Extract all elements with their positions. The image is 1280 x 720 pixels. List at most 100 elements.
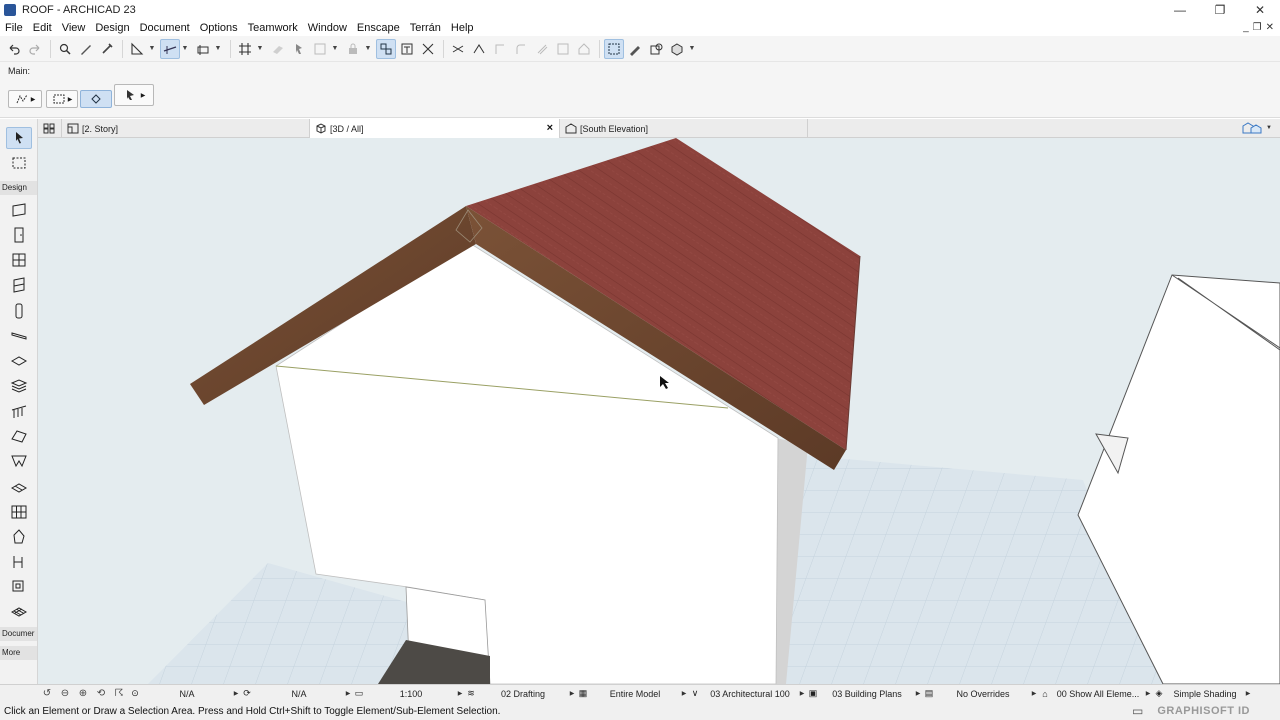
menu-teamwork[interactable]: Teamwork bbox=[243, 20, 303, 36]
trace-icon[interactable] bbox=[268, 39, 288, 59]
overrides-dropdown-icon[interactable]: ▶ bbox=[1030, 690, 1038, 697]
beam-tool-icon[interactable] bbox=[6, 325, 32, 347]
walk-icon[interactable]: ☈ bbox=[110, 685, 128, 703]
group-icon[interactable] bbox=[397, 39, 417, 59]
toolbox-section-design[interactable]: Design bbox=[0, 181, 37, 195]
toolbox-section-document[interactable]: Documer bbox=[0, 627, 37, 641]
scale-field[interactable]: ▭ 1:100 ▶ bbox=[352, 685, 464, 703]
3d-style-icon[interactable] bbox=[667, 39, 687, 59]
selection-mode-icon[interactable] bbox=[604, 38, 624, 59]
rotation-field[interactable]: ⟳ N/A ▶ bbox=[240, 685, 352, 703]
scale-dropdown-icon[interactable]: ▶ bbox=[456, 690, 464, 697]
intersect-icon[interactable] bbox=[490, 39, 510, 59]
window-tool-icon[interactable] bbox=[6, 249, 32, 271]
graphic-overrides-field[interactable]: ▤ No Overrides ▶ bbox=[922, 685, 1038, 703]
zoom-dropdown-icon[interactable]: ▶ bbox=[232, 690, 240, 697]
undo-icon[interactable] bbox=[4, 39, 24, 59]
monitor-icon[interactable]: ▭ bbox=[1132, 704, 1143, 718]
tab-story[interactable]: [2. Story] bbox=[62, 119, 310, 138]
column-tool-icon[interactable] bbox=[6, 300, 32, 322]
morph-tool-icon[interactable] bbox=[6, 526, 32, 548]
object-tool-icon[interactable] bbox=[6, 274, 32, 296]
menu-file[interactable]: File bbox=[0, 20, 28, 36]
terrain-tool-icon[interactable] bbox=[6, 601, 32, 623]
zone-tool-icon[interactable] bbox=[6, 551, 32, 573]
pen-set-dropdown-icon[interactable]: ▶ bbox=[798, 690, 806, 697]
redo-icon[interactable] bbox=[25, 39, 45, 59]
door-tool-icon[interactable] bbox=[6, 224, 32, 246]
layout-icon[interactable] bbox=[310, 39, 330, 59]
guide-line-icon[interactable] bbox=[160, 38, 180, 59]
home-icon[interactable] bbox=[574, 39, 594, 59]
restore-button[interactable]: ❐ bbox=[1200, 0, 1240, 20]
skylight-tool-icon[interactable] bbox=[6, 476, 32, 498]
snap-dropdown-icon[interactable]: ▼ bbox=[214, 39, 222, 59]
grid-snap-icon[interactable] bbox=[235, 39, 255, 59]
toolbox-section-more[interactable]: More bbox=[0, 646, 37, 660]
close-button[interactable]: ✕ bbox=[1240, 0, 1280, 20]
renovation-filter-field[interactable]: ⌂ 00 Show All Eleme... ▶ bbox=[1038, 685, 1152, 703]
menu-terran[interactable]: Terrán bbox=[405, 20, 446, 36]
minimize-button[interactable]: — bbox=[1160, 0, 1200, 20]
snap-guides-icon[interactable] bbox=[193, 39, 213, 59]
menu-help[interactable]: Help bbox=[446, 20, 479, 36]
layer-combination-field[interactable]: ≋ 02 Drafting ▶ bbox=[464, 685, 576, 703]
grid-dropdown-icon[interactable]: ▼ bbox=[256, 39, 264, 59]
marquee-mode-button[interactable]: ▶ bbox=[46, 90, 78, 108]
zoom-in-icon[interactable]: ⊕ bbox=[74, 685, 92, 703]
pen-icon[interactable] bbox=[625, 39, 645, 59]
inject-parameters-icon[interactable] bbox=[97, 39, 117, 59]
lock-icon[interactable] bbox=[343, 39, 363, 59]
zoom-field[interactable]: ⊙ N/A ▶ bbox=[128, 685, 240, 703]
measure-icon[interactable] bbox=[127, 39, 147, 59]
tab-south-elevation[interactable]: [South Elevation] bbox=[560, 119, 808, 138]
suspend-groups-icon[interactable] bbox=[376, 38, 396, 59]
mvo-dropdown-icon[interactable]: ▶ bbox=[914, 690, 922, 697]
menu-design[interactable]: Design bbox=[90, 20, 134, 36]
split-icon[interactable] bbox=[448, 39, 468, 59]
menu-document[interactable]: Document bbox=[135, 20, 195, 36]
wall-tool-icon[interactable] bbox=[6, 199, 32, 221]
slab-tool-icon[interactable] bbox=[6, 350, 32, 372]
roof-tool-icon[interactable] bbox=[6, 425, 32, 447]
tab-3d[interactable]: [3D / All] × bbox=[310, 119, 560, 138]
stair-tool-icon[interactable] bbox=[6, 375, 32, 397]
renovation-dropdown-icon[interactable]: ▶ bbox=[1144, 690, 1152, 697]
3d-cutaway-icon[interactable] bbox=[646, 39, 666, 59]
offset-icon[interactable] bbox=[532, 39, 552, 59]
measure-dropdown-icon[interactable]: ▼ bbox=[148, 39, 156, 59]
resize-icon[interactable] bbox=[553, 39, 573, 59]
menu-enscape[interactable]: Enscape bbox=[352, 20, 405, 36]
menu-options[interactable]: Options bbox=[195, 20, 243, 36]
3d-style-dropdown-icon[interactable]: ▼ bbox=[688, 39, 696, 59]
find-select-icon[interactable] bbox=[55, 39, 75, 59]
menu-edit[interactable]: Edit bbox=[28, 20, 57, 36]
shading-dropdown-icon[interactable]: ▶ bbox=[1244, 690, 1252, 697]
doc-close-button[interactable]: ✕ bbox=[1266, 20, 1274, 36]
shading-field[interactable]: ◈ Simple Shading ▶ bbox=[1152, 685, 1252, 703]
pick-up-parameters-icon[interactable] bbox=[76, 39, 96, 59]
teamwork-reserve-icon[interactable] bbox=[289, 39, 309, 59]
model-view-options-field[interactable]: ▣ 03 Building Plans ▶ bbox=[806, 685, 922, 703]
selection-method-button[interactable]: ▶ bbox=[8, 90, 42, 108]
arrow-tool-icon[interactable] bbox=[6, 127, 32, 149]
doc-minimize-button[interactable]: _ bbox=[1243, 20, 1249, 36]
mesh-tool-icon[interactable] bbox=[6, 576, 32, 598]
curtain-wall-tool-icon[interactable] bbox=[6, 501, 32, 523]
tab-close-icon[interactable]: × bbox=[547, 122, 553, 134]
layer-dropdown-icon[interactable]: ▶ bbox=[568, 690, 576, 697]
rotated-marquee-button[interactable] bbox=[80, 90, 112, 108]
menu-window[interactable]: Window bbox=[303, 20, 352, 36]
lock-dropdown-icon[interactable]: ▼ bbox=[364, 39, 372, 59]
layout-dropdown-icon[interactable]: ▼ bbox=[331, 39, 339, 59]
orbit-icon[interactable]: ⟲ bbox=[92, 685, 110, 703]
pen-set-field[interactable]: ∨ 03 Architectural 100 ▶ bbox=[688, 685, 806, 703]
fillet-icon[interactable] bbox=[511, 39, 531, 59]
marquee-tool-icon[interactable] bbox=[6, 152, 32, 174]
menu-view[interactable]: View bbox=[57, 20, 91, 36]
model-view-field[interactable]: ▦ Entire Model ▶ bbox=[576, 685, 688, 703]
3d-viewport[interactable] bbox=[38, 138, 1280, 684]
arrow-selection-button[interactable]: ▶ bbox=[114, 84, 154, 106]
adjust-icon[interactable] bbox=[469, 39, 489, 59]
tab-overview[interactable] bbox=[38, 119, 62, 138]
